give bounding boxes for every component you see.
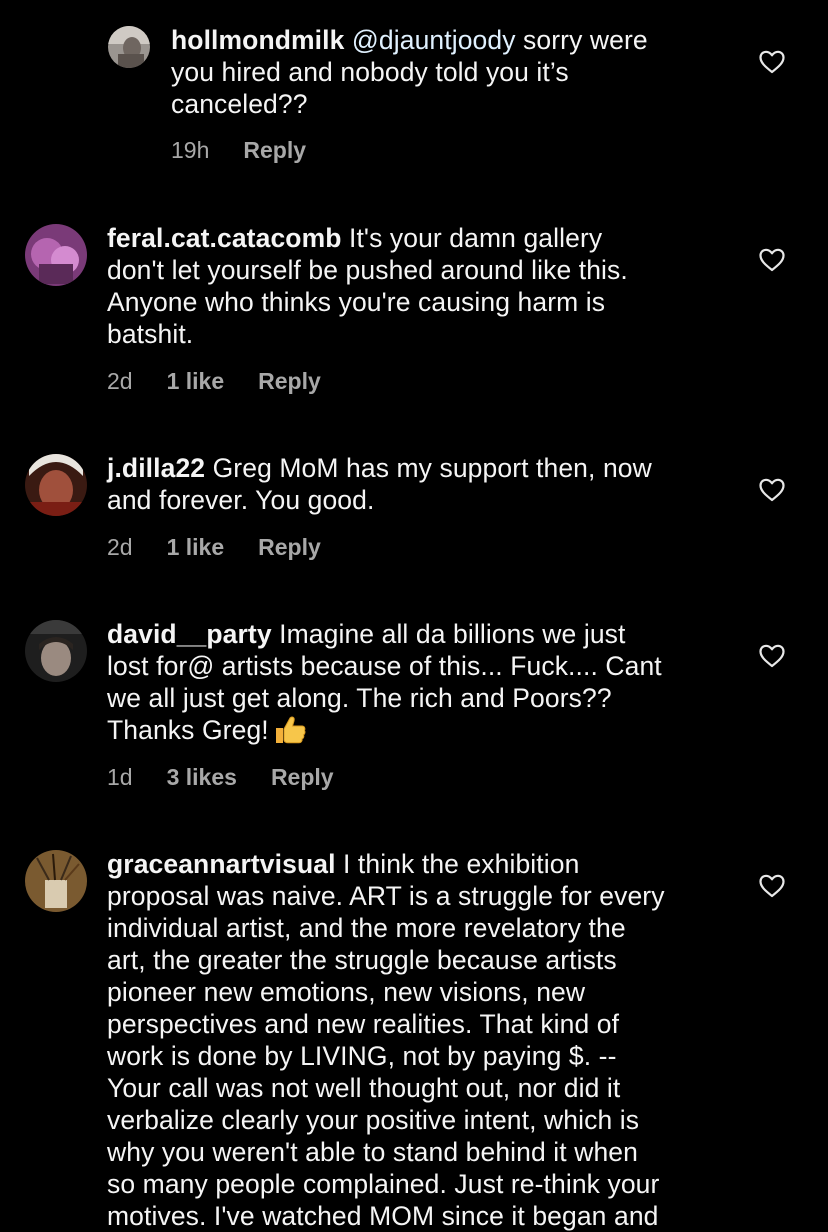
comment-line: Thanks Greg! (107, 715, 269, 745)
comment-line: so many people complained. Just re-think… (107, 1169, 660, 1199)
thumbs-up-emoji (273, 715, 307, 745)
comment-line: verbalize clearly your positive intent, … (107, 1105, 640, 1135)
comment-line: Greg MoM has my support then, now (205, 453, 652, 483)
likes-count[interactable]: 1 like (167, 368, 225, 395)
avatar[interactable] (25, 224, 87, 286)
user-avatar-photo (25, 454, 87, 516)
comment-line: Anyone who thinks you're causing harm is (107, 287, 606, 317)
comment-timestamp: 1d (107, 764, 133, 790)
comment-line: It's your damn gallery (341, 223, 603, 253)
avatar[interactable] (108, 26, 150, 68)
comment-timestamp: 2d (107, 368, 133, 394)
comment-graceannartvisual: graceannartvisual I think the exhibition… (0, 826, 828, 1232)
comment-line: pioneer new emotions, new visions, new (107, 977, 586, 1007)
comment-line: canceled?? (171, 89, 308, 119)
user-avatar-photo (25, 224, 87, 286)
comment-mention[interactable]: @djauntjoody (352, 25, 516, 55)
comment-line: individual artist, and the more revelato… (107, 913, 626, 943)
reply-button[interactable]: Reply (258, 534, 321, 561)
heart-outline-icon[interactable] (759, 478, 785, 502)
reply-button[interactable]: Reply (258, 368, 321, 395)
comment-text: david__party Imagine all da billions we … (107, 618, 662, 746)
avatar[interactable] (25, 454, 87, 516)
comment-meta: 19h Reply (171, 137, 306, 164)
reply-button[interactable]: Reply (243, 137, 306, 164)
comment-line: work is done by LIVING, not by paying $.… (107, 1041, 617, 1071)
comment-line: proposal was naive. ART is a struggle fo… (107, 881, 665, 911)
comment-text: hollmondmilk @djauntjoody sorry were you… (171, 24, 648, 120)
avatar[interactable] (25, 850, 87, 912)
comment-username[interactable]: david__party (107, 619, 272, 649)
comment-username[interactable]: feral.cat.catacomb (107, 223, 342, 253)
comment-david-party: david__party Imagine all da billions we … (0, 596, 828, 816)
comment-line: art, the greater the struggle because ar… (107, 945, 617, 975)
likes-count[interactable]: 3 likes (167, 764, 237, 791)
comment-username[interactable]: graceannartvisual (107, 849, 336, 879)
comment-timestamp: 2d (107, 534, 133, 560)
comment-line: why you weren't able to stand behind it … (107, 1137, 638, 1167)
user-avatar-photo (25, 620, 87, 682)
heart-outline-icon[interactable] (759, 50, 785, 74)
heart-outline-icon[interactable] (759, 248, 785, 272)
comment-username[interactable]: j.dilla22 (107, 453, 205, 483)
comment-text: graceannartvisual I think the exhibition… (107, 848, 665, 1232)
comment-line: lost for@ artists because of this... Fuc… (107, 651, 662, 681)
comment-reply-hollmondmilk: hollmondmilk @djauntjoody sorry were you… (0, 0, 828, 190)
comment-line: Imagine all da billions we just (271, 619, 626, 649)
comment-text: feral.cat.catacomb It's your damn galler… (107, 222, 628, 350)
comment-line: don't let yourself be pushed around like… (107, 255, 628, 285)
comment-line: motives. I've watched MOM since it began… (107, 1201, 659, 1231)
comment-timestamp: 19h (171, 137, 210, 163)
comment-j-dilla22: j.dilla22 Greg MoM has my support then, … (0, 430, 828, 590)
user-avatar-photo (25, 850, 87, 912)
comment-text: j.dilla22 Greg MoM has my support then, … (107, 452, 652, 516)
comment-meta: 2d 1 like Reply (107, 534, 321, 561)
comment-username[interactable]: hollmondmilk (171, 25, 344, 55)
likes-count[interactable]: 1 like (167, 534, 225, 561)
comment-line: sorry were (515, 25, 648, 55)
comment-line: you hired and nobody told you it’s (171, 57, 569, 87)
comment-line: we all just get along. The rich and Poor… (107, 683, 612, 713)
avatar[interactable] (25, 620, 87, 682)
comment-line: I think the exhibition (335, 849, 580, 879)
reply-button[interactable]: Reply (271, 764, 334, 791)
comment-line: Your call was not well thought out, nor … (107, 1073, 621, 1103)
heart-outline-icon[interactable] (759, 874, 785, 898)
comment-line: perspectives and new realities. That kin… (107, 1009, 620, 1039)
comment-feral-cat-catacomb: feral.cat.catacomb It's your damn galler… (0, 200, 828, 420)
comment-line: and forever. You good. (107, 485, 375, 515)
comment-meta: 1d 3 likes Reply (107, 764, 334, 791)
comment-line: batshit. (107, 319, 194, 349)
comment-meta: 2d 1 like Reply (107, 368, 321, 395)
heart-outline-icon[interactable] (759, 644, 785, 668)
user-avatar-photo (108, 26, 150, 68)
